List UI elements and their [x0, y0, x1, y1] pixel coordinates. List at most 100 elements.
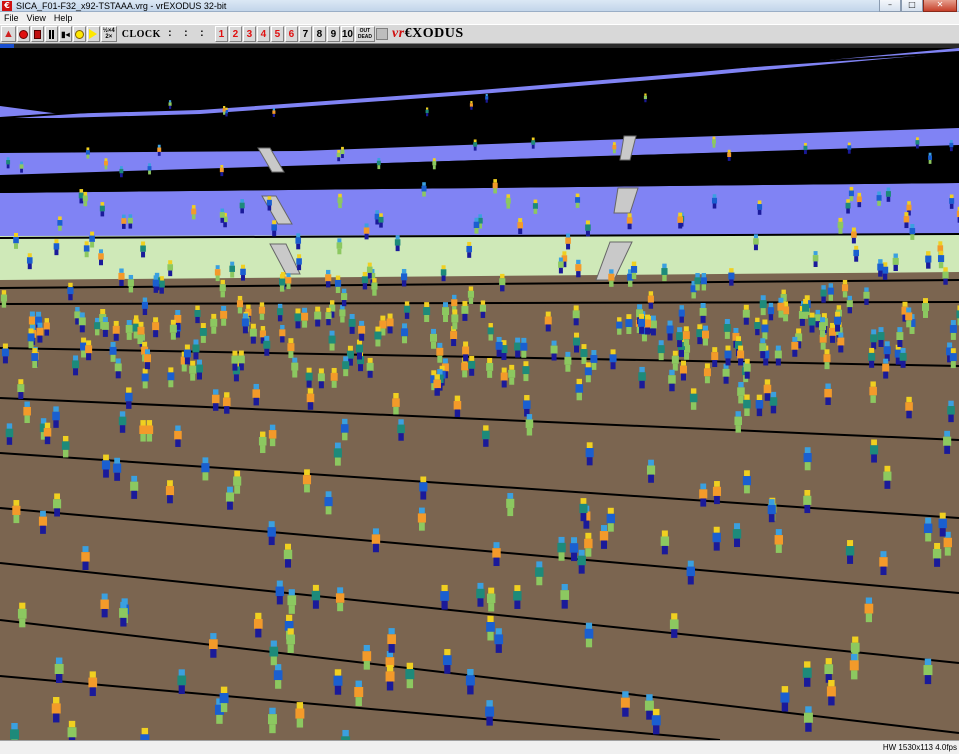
- simulation-scene[interactable]: [0, 48, 959, 740]
- floor-button-9[interactable]: 9: [326, 26, 340, 42]
- occupant: [340, 418, 349, 441]
- occupant: [119, 601, 128, 627]
- occupant: [846, 295, 853, 314]
- speed-button[interactable]: ½×4 2×: [100, 26, 117, 42]
- occupant: [829, 322, 837, 343]
- occupant: [612, 142, 617, 154]
- occupant: [287, 338, 295, 359]
- occupant: [584, 622, 594, 648]
- stop-button[interactable]: [30, 26, 44, 42]
- occupant: [922, 298, 930, 318]
- step-back-icon: ▮◂: [61, 29, 70, 39]
- occupant: [525, 414, 534, 436]
- occupant: [584, 532, 593, 557]
- floor-button-7[interactable]: 7: [298, 26, 312, 42]
- occupant: [333, 442, 342, 466]
- occupant: [271, 220, 277, 237]
- floor-button-6[interactable]: 6: [284, 26, 298, 42]
- menu-help[interactable]: Help: [54, 12, 73, 24]
- occupant: [616, 317, 623, 335]
- occupant: [348, 313, 356, 334]
- occupant: [104, 158, 108, 170]
- occupant: [191, 205, 197, 220]
- close-button[interactable]: ✕: [923, 0, 957, 12]
- step-back-button[interactable]: ▮◂: [58, 26, 72, 42]
- minimize-button[interactable]: –: [879, 0, 901, 12]
- occupant: [949, 348, 957, 369]
- menu-file[interactable]: File: [4, 12, 19, 24]
- floor-button-3[interactable]: 3: [242, 26, 256, 42]
- occupant: [826, 679, 836, 706]
- floor-button-2[interactable]: 2: [228, 26, 242, 42]
- occupant: [67, 282, 74, 301]
- occupant: [341, 288, 348, 307]
- record-button[interactable]: [16, 26, 30, 42]
- occupant: [863, 287, 870, 305]
- occupant: [679, 360, 687, 381]
- occupant: [141, 297, 149, 316]
- yellow-dot-button[interactable]: [72, 26, 86, 42]
- occupant: [769, 391, 778, 414]
- occupant: [233, 470, 242, 494]
- occupant: [492, 542, 501, 567]
- occupant: [676, 327, 684, 348]
- stop-icon: [33, 29, 41, 39]
- blank-button[interactable]: [375, 28, 388, 40]
- occupant: [141, 368, 149, 389]
- occupant: [845, 540, 855, 564]
- occupant: [137, 321, 145, 342]
- occupant: [291, 357, 299, 378]
- occupant: [195, 359, 203, 380]
- occupant: [923, 517, 933, 542]
- occupant: [317, 368, 325, 389]
- occupant: [222, 392, 231, 414]
- occupant: [949, 140, 954, 152]
- warning-icon[interactable]: ▲: [1, 26, 16, 42]
- occupant: [98, 249, 104, 266]
- occupant: [461, 301, 469, 321]
- occupant: [522, 361, 530, 382]
- occupant: [219, 686, 229, 713]
- occupant: [405, 662, 415, 689]
- occupant: [240, 264, 246, 281]
- out-dead-button[interactable]: OUT DEAD: [354, 26, 375, 42]
- occupant: [374, 326, 382, 347]
- occupant: [532, 199, 538, 214]
- occupant: [194, 305, 201, 324]
- maximize-button[interactable]: □: [901, 0, 923, 12]
- occupant: [17, 379, 25, 400]
- occupant: [848, 186, 854, 202]
- occupant: [279, 324, 286, 343]
- menu-view[interactable]: View: [27, 12, 46, 24]
- occupant: [386, 313, 394, 334]
- occupant: [378, 213, 384, 228]
- occupant: [362, 645, 372, 670]
- play-button[interactable]: [86, 26, 100, 42]
- floor-button-1[interactable]: 1: [214, 26, 228, 42]
- occupant: [780, 686, 790, 712]
- pause-button[interactable]: [44, 26, 58, 42]
- floor-button-10[interactable]: 10: [340, 26, 354, 42]
- occupant: [819, 317, 827, 338]
- occupant: [199, 323, 207, 343]
- occupant: [520, 337, 528, 358]
- occupant: [462, 341, 470, 362]
- floor-button-8[interactable]: 8: [312, 26, 326, 42]
- simulation-viewport[interactable]: [0, 48, 959, 740]
- occupant: [279, 274, 286, 292]
- occupant: [13, 232, 19, 249]
- occupant: [443, 649, 452, 674]
- occupant: [868, 347, 876, 368]
- occupant: [742, 304, 750, 325]
- floor-button-5[interactable]: 5: [270, 26, 284, 42]
- clock-label: CLOCK: [121, 28, 161, 40]
- occupant: [882, 358, 890, 379]
- occupant: [433, 374, 441, 396]
- occupant: [544, 311, 552, 332]
- occupant: [67, 720, 77, 740]
- floor-button-4[interactable]: 4: [256, 26, 270, 42]
- occupant: [485, 700, 495, 726]
- occupant: [923, 658, 933, 685]
- occupant: [928, 152, 933, 164]
- occupant: [269, 640, 279, 666]
